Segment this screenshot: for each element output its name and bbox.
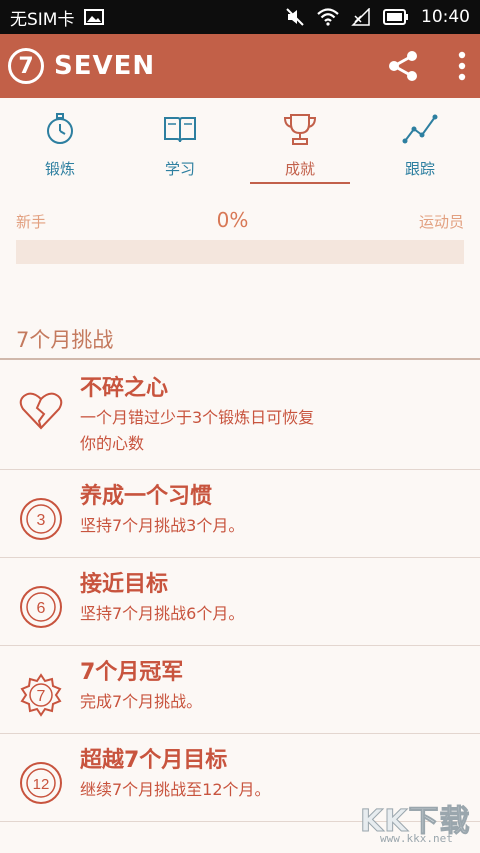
book-icon (164, 117, 196, 143)
achievement-description: 完成7个月挑战。 (80, 692, 203, 711)
tab-label: 跟踪 (404, 160, 435, 178)
rank-progress: 新手 0% 运动员 (16, 208, 464, 264)
broken-heart-icon (19, 392, 63, 430)
badge-number: 12 (33, 776, 50, 793)
trend-line-icon (402, 114, 438, 144)
badge-number: 7 (37, 688, 46, 705)
status-bar: 无SIM卡 10:40 (0, 0, 480, 34)
tab-label: 学习 (164, 160, 195, 178)
wifi-icon (317, 8, 339, 26)
badge-12-icon: 12 (20, 762, 62, 804)
stopwatch-icon (47, 113, 73, 144)
image-notification-icon (84, 9, 105, 25)
signal-icon (351, 8, 370, 26)
carrier-label: 无SIM卡 (10, 9, 75, 30)
badge-number: 3 (37, 512, 46, 529)
achievement-list: 不碎之心 一个月错过少于3个锻炼日可恢复 你的心数 3 养成一个习惯 坚持7个月… (0, 362, 480, 822)
progress-end-label: 运动员 (418, 213, 464, 231)
achievement-title: 7个月冠军 (80, 660, 184, 685)
app-logo: 7 (8, 48, 44, 84)
logo-digit: 7 (18, 53, 34, 79)
progress-start-label: 新手 (16, 213, 47, 231)
battery-icon (383, 9, 408, 25)
achievement-description: 坚持7个月挑战3个月。 (80, 516, 245, 535)
tab-learn[interactable]: 学习 (120, 98, 240, 190)
progress-percent: 0% (216, 208, 249, 232)
badge-7-icon: 7 (20, 673, 62, 717)
badge-3-icon: 3 (20, 498, 62, 540)
tab-bar: 锻炼 学习 成就 跟踪 (0, 98, 480, 190)
section-title: 7个月挑战 (16, 328, 114, 352)
achievement-title: 养成一个习惯 (80, 484, 213, 509)
achievement-description: 一个月错过少于3个锻炼日可恢复 (80, 408, 315, 427)
tab-workout[interactable]: 锻炼 (0, 98, 120, 190)
tab-label: 锻炼 (44, 160, 75, 178)
watermark: KK下载 www.kkx.net (360, 796, 478, 848)
clock: 10:40 (421, 7, 470, 27)
progress-track (16, 240, 464, 264)
section-divider (0, 358, 480, 360)
achievement-title: 不碎之心 (80, 376, 169, 401)
achievement-item[interactable]: 7 7个月冠军 完成7个月挑战。 (0, 646, 480, 734)
tab-label: 成就 (284, 160, 315, 178)
achievement-item[interactable]: 3 养成一个习惯 坚持7个月挑战3个月。 (0, 470, 480, 558)
app-bar: 7 SEVEN (0, 34, 480, 98)
achievement-item[interactable]: 不碎之心 一个月错过少于3个锻炼日可恢复 你的心数 (0, 362, 480, 470)
tab-achievements[interactable]: 成就 (240, 98, 360, 190)
badge-number: 6 (37, 600, 46, 617)
achievement-description-line2: 你的心数 (80, 434, 145, 453)
badge-6-icon: 6 (20, 586, 62, 628)
watermark-url: www.kkx.net (380, 832, 453, 845)
achievement-description: 继续7个月挑战至12个月。 (80, 780, 271, 799)
mute-icon (286, 8, 304, 26)
achievement-description: 坚持7个月挑战6个月。 (80, 604, 245, 623)
achievement-item[interactable]: 6 接近目标 坚持7个月挑战6个月。 (0, 558, 480, 646)
achievement-title: 超越7个月目标 (80, 748, 228, 773)
achievement-title: 接近目标 (80, 572, 169, 597)
trophy-icon (283, 114, 317, 145)
app-title: SEVEN (54, 51, 156, 81)
overflow-menu-icon[interactable] (458, 51, 466, 81)
share-icon[interactable] (388, 50, 418, 82)
tab-tracking[interactable]: 跟踪 (360, 98, 480, 190)
